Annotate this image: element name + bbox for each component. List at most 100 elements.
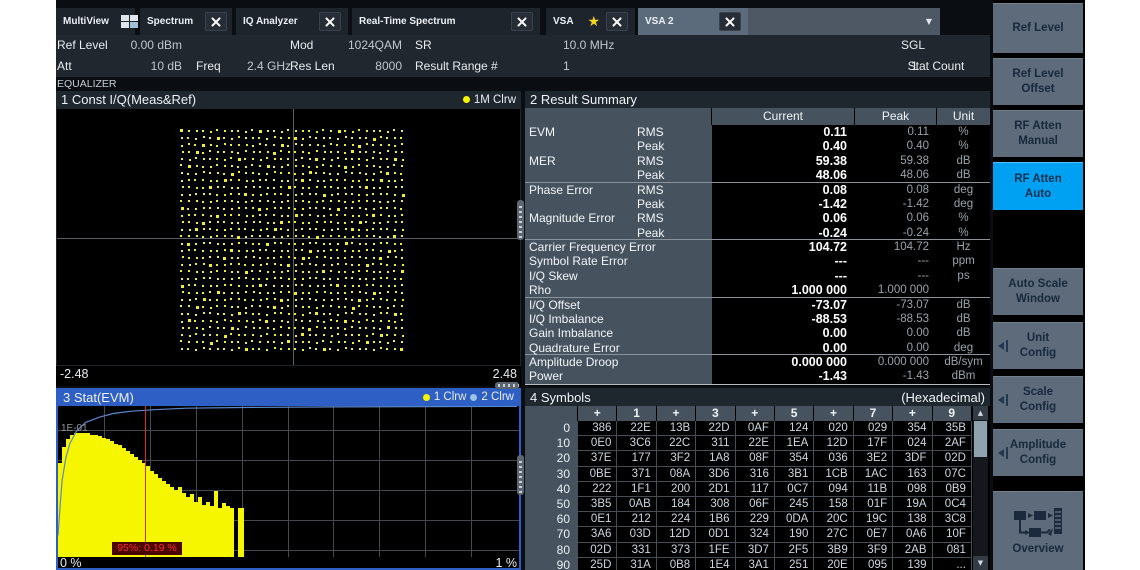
symbol-cell[interactable]: 3D7	[736, 543, 775, 558]
att-value[interactable]: 10 dB	[96, 56, 182, 77]
symbol-cell[interactable]: 12D	[814, 436, 853, 451]
rf-atten-auto-button[interactable]: RF AttenAuto	[993, 162, 1083, 210]
symbol-cell[interactable]: 245	[775, 497, 814, 512]
sr-label[interactable]: SR	[415, 35, 432, 56]
symbol-cell[interactable]: 0AF	[736, 421, 775, 436]
symbol-cell[interactable]: 095	[854, 558, 893, 570]
symbol-cell[interactable]: 17F	[854, 436, 893, 451]
symbol-cell[interactable]: 3F9	[854, 543, 893, 558]
symbol-cell[interactable]: 01F	[854, 497, 893, 512]
symbol-cell[interactable]: 0D1	[696, 527, 735, 542]
symbol-cell[interactable]: 22C	[657, 436, 696, 451]
symbol-cell[interactable]: 0E0	[578, 436, 617, 451]
symbol-cell[interactable]: 0AB	[617, 497, 656, 512]
symbol-cell[interactable]: 22E	[736, 436, 775, 451]
scroll-up-icon[interactable]: ▲	[973, 406, 988, 420]
vertical-splitter-handle[interactable]	[517, 200, 524, 240]
tab-vsa-2[interactable]: VSA 2	[638, 8, 748, 35]
symbol-cell[interactable]: 0B8	[657, 558, 696, 570]
symbol-cell[interactable]: 19A	[893, 497, 932, 512]
symbol-cell[interactable]: 1B6	[696, 512, 735, 527]
symbol-cell[interactable]: 0E1	[578, 512, 617, 527]
symbol-cell[interactable]: 1A8	[696, 451, 735, 466]
symbol-cell[interactable]: 2AB	[893, 543, 932, 558]
symbol-cell[interactable]: 222	[578, 482, 617, 497]
symbol-cell[interactable]: 22E	[617, 421, 656, 436]
symbol-cell[interactable]: 2F5	[775, 543, 814, 558]
symbol-cell[interactable]: 316	[736, 467, 775, 482]
symbol-cell[interactable]: 08A	[657, 467, 696, 482]
symbol-cell[interactable]: 324	[736, 527, 775, 542]
tab-close-icon[interactable]	[719, 12, 741, 31]
mod-value[interactable]: 1024QAM	[302, 35, 402, 56]
tab-close-icon[interactable]	[511, 12, 533, 31]
symbol-cell[interactable]: 371	[617, 467, 656, 482]
symbol-cell[interactable]: 31A	[617, 558, 656, 570]
symbol-cell[interactable]: 27C	[814, 527, 853, 542]
symbol-cell[interactable]: 11B	[854, 482, 893, 497]
tab-multiview[interactable]: MultiView	[56, 8, 135, 35]
symbol-cell[interactable]: 117	[736, 482, 775, 497]
symbol-cell[interactable]: 098	[893, 482, 932, 497]
ref-level-button[interactable]: Ref Level	[993, 3, 1083, 53]
symbol-cell[interactable]: 2AF	[933, 436, 972, 451]
symbol-cell[interactable]: 354	[775, 451, 814, 466]
tab-iq-analyzer[interactable]: IQ Analyzer	[236, 8, 348, 35]
symbol-cell[interactable]: 13B	[657, 421, 696, 436]
symbol-cell[interactable]: 139	[893, 558, 932, 570]
constellation-plot[interactable]	[56, 108, 521, 366]
symbol-cell[interactable]: 3DF	[893, 451, 932, 466]
tab-dropdown-icon[interactable]: ▼	[926, 17, 932, 26]
symbol-cell[interactable]: 20C	[814, 512, 853, 527]
freq-label[interactable]: Freq	[196, 56, 221, 77]
symbol-cell[interactable]: 3F2	[657, 451, 696, 466]
symbol-cell[interactable]: 22D	[696, 421, 735, 436]
symbol-cell[interactable]: 0DA	[775, 512, 814, 527]
evm-histogram-plot[interactable]: 95%: 0.19 %1E-01	[58, 406, 519, 557]
symbol-cell[interactable]: 3A1	[736, 558, 775, 570]
symbol-cell[interactable]: 19C	[854, 512, 893, 527]
symbol-cell[interactable]: 229	[736, 512, 775, 527]
symbol-cell[interactable]: 12D	[657, 527, 696, 542]
symbol-cell[interactable]: 25D	[578, 558, 617, 570]
result-range-value[interactable]: 1	[563, 56, 570, 77]
symbol-cell[interactable]: 1CB	[814, 467, 853, 482]
scroll-down-icon[interactable]: ▼	[973, 556, 988, 570]
symbol-cell[interactable]: 0A6	[893, 527, 932, 542]
sr-value[interactable]: 10.0 MHz	[563, 35, 614, 56]
symbol-cell[interactable]: 3B5	[578, 497, 617, 512]
symbol-cell[interactable]: 308	[696, 497, 735, 512]
symbol-cell[interactable]: 0E7	[854, 527, 893, 542]
symbol-cell[interactable]: 1E4	[696, 558, 735, 570]
symbol-cell[interactable]: 094	[814, 482, 853, 497]
tab-real-time-spectrum[interactable]: Real-Time Spectrum	[352, 8, 540, 35]
symbol-cell[interactable]: 02D	[578, 543, 617, 558]
rf-atten-manual-button[interactable]: RF AttenManual	[993, 110, 1083, 157]
symbol-cell[interactable]: 06F	[736, 497, 775, 512]
percentile-marker-line[interactable]	[145, 406, 146, 557]
symbol-cell[interactable]: 0C7	[775, 482, 814, 497]
symbol-cell[interactable]: 354	[893, 421, 932, 436]
symbol-cell[interactable]: 029	[854, 421, 893, 436]
symbol-cell[interactable]: ...	[933, 558, 972, 570]
symbol-cell[interactable]: 200	[657, 482, 696, 497]
horizontal-splitter-handle[interactable]	[495, 382, 519, 389]
symbol-cell[interactable]: 3D6	[696, 467, 735, 482]
symbol-cell[interactable]: 124	[775, 421, 814, 436]
tab-close-icon[interactable]	[606, 12, 628, 31]
symbol-cell[interactable]: 024	[893, 436, 932, 451]
res-len-value[interactable]: 8000	[302, 56, 402, 77]
att-label[interactable]: Att	[57, 56, 72, 77]
symbol-cell[interactable]: 0B9	[933, 482, 972, 497]
symbol-cell[interactable]: 212	[617, 512, 656, 527]
symbol-cell[interactable]: 1AC	[854, 467, 893, 482]
freq-value[interactable]: 2.4 GHz	[247, 56, 291, 77]
symbol-cell[interactable]: 1F1	[617, 482, 656, 497]
symbol-cell[interactable]: 3E2	[854, 451, 893, 466]
symbol-cell[interactable]: 036	[814, 451, 853, 466]
symbol-cell[interactable]: 3C6	[617, 436, 656, 451]
symbol-cell[interactable]: 3C8	[933, 512, 972, 527]
scale-config-button[interactable]: ScaleConfig	[993, 376, 1083, 423]
auto-scale-window-button[interactable]: Auto ScaleWindow	[993, 268, 1083, 315]
symbol-cell[interactable]: 373	[657, 543, 696, 558]
